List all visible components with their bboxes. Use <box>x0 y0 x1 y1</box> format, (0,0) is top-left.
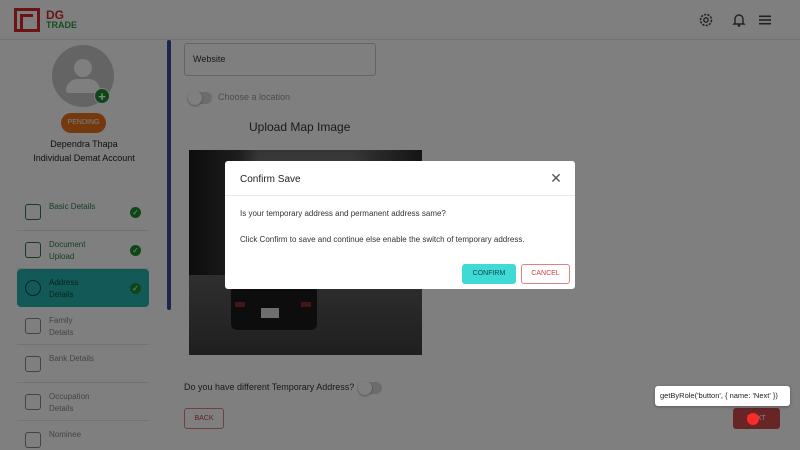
dialog-instruction: Click Confirm to save and continue else … <box>240 235 525 244</box>
divider <box>225 195 575 196</box>
locator-tooltip: getByRole('button', { name: 'Next' }) <box>655 386 790 406</box>
dialog-title: Confirm Save <box>240 174 301 185</box>
cancel-button[interactable]: CANCEL <box>521 264 570 284</box>
confirm-save-dialog: Confirm Save ✕ Is your temporary address… <box>225 161 575 289</box>
recording-indicator-icon <box>747 413 759 425</box>
close-icon[interactable]: ✕ <box>549 171 563 185</box>
dialog-message: Is your temporary address and permanent … <box>240 209 446 218</box>
confirm-button[interactable]: CONFIRM <box>462 264 516 284</box>
